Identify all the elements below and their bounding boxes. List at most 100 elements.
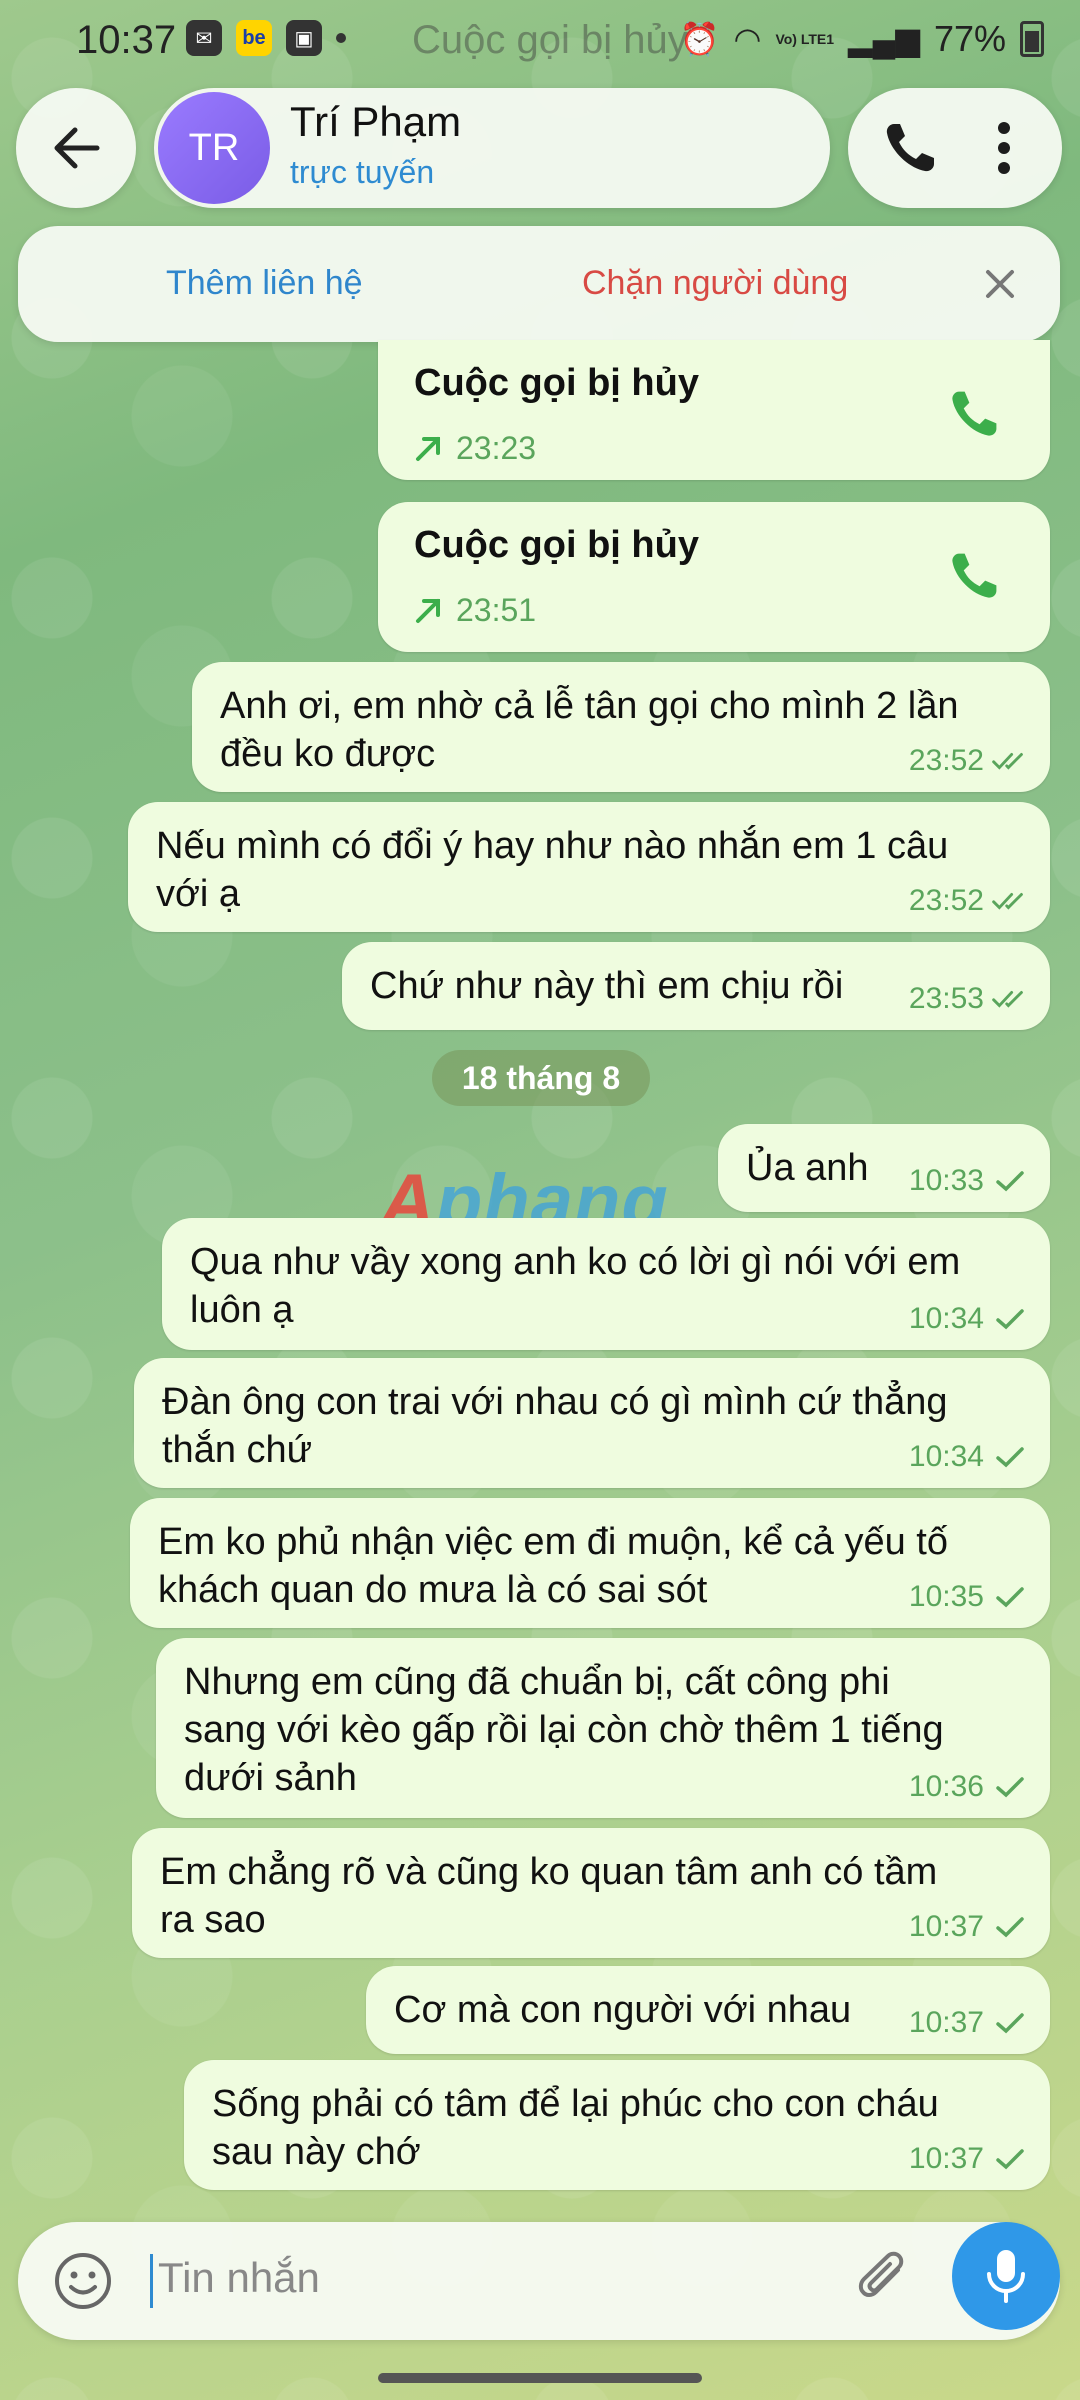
call-time: 23:51	[456, 592, 537, 628]
be-app-icon: be	[236, 20, 272, 56]
message-line: Chứ như này thì em chịu rồi	[370, 965, 844, 1007]
double-check-icon	[992, 991, 1023, 1008]
message-time: 10:35	[908, 1580, 984, 1613]
message-meta: 23:52	[909, 744, 1028, 778]
status-time: 10:37	[76, 18, 177, 62]
check-icon	[996, 1587, 1024, 1608]
message-time: 10:33	[908, 1164, 984, 1197]
message-meta: 10:35	[909, 1580, 1028, 1614]
message-bubble[interactable]: Qua như vầy xong anh ko có lời gì nói vớ…	[162, 1218, 1050, 1350]
message-meta: 10:37	[909, 2006, 1028, 2040]
message-bubble[interactable]: Em chẳng rõ và cũng ko quan tâm anh có t…	[132, 1828, 1050, 1958]
more-notifications-dot	[336, 33, 346, 43]
check-icon	[996, 1309, 1024, 1330]
message-time: 10:37	[908, 1910, 984, 1943]
home-indicator[interactable]	[378, 2373, 702, 2383]
message-bubble[interactable]: Em ko phủ nhận việc em đi muộn, kể cả yế…	[130, 1498, 1050, 1628]
chat-header[interactable]: TR Trí Phạm trực tuyến	[154, 88, 830, 208]
add-contact-button[interactable]: Thêm liên hệ	[166, 264, 363, 303]
more-vert-icon[interactable]	[996, 118, 1012, 178]
double-check-icon	[992, 753, 1023, 770]
message-input[interactable]: Tin nhắn	[158, 2254, 320, 2302]
message-line: Sống phải có tâm để lại phúc cho con chá…	[212, 2083, 939, 2125]
message-line: sang với kèo gấp rồi lại còn chờ thêm 1 …	[184, 1709, 944, 1751]
message-line: Anh ơi, em nhờ cả lễ tân gọi cho mình 2 …	[220, 685, 959, 727]
voice-record-button[interactable]	[952, 2222, 1060, 2330]
message-text: Em chẳng rõ và cũng ko quan tâm anh có t…	[160, 1848, 937, 1944]
attach-icon[interactable]	[854, 2250, 916, 2312]
message-text: Nhưng em cũng đã chuẩn bị, cất công phi …	[184, 1658, 944, 1802]
call-meta: 23:51	[414, 592, 536, 629]
call-message[interactable]: Cuộc gọi bị hủy 23:23	[378, 340, 1050, 480]
message-line: với ạ	[156, 873, 241, 915]
message-line: luôn ạ	[190, 1289, 294, 1331]
emoji-icon[interactable]	[52, 2250, 114, 2312]
check-icon	[996, 1777, 1024, 1798]
message-line: Cơ mà con người với nhau	[394, 1989, 852, 2031]
message-time: 10:37	[908, 2006, 984, 2039]
message-line: Nhưng em cũng đã chuẩn bị, cất công phi	[184, 1661, 890, 1703]
message-text: Chứ như này thì em chịu rồi	[370, 962, 843, 1010]
contact-status: trực tuyến	[290, 154, 435, 190]
microphone-icon	[987, 2250, 1025, 2303]
message-time: 10:37	[908, 2142, 984, 2175]
network-label: Vo) LTE1	[775, 31, 835, 47]
text-caret	[150, 2254, 153, 2308]
message-line: Em chẳng rõ và cũng ko quan tâm anh có t…	[160, 1851, 938, 1893]
message-time: 10:34	[908, 1440, 984, 1473]
check-icon	[996, 1447, 1024, 1468]
message-meta: 10:37	[909, 2142, 1028, 2176]
message-time: 10:34	[908, 1302, 984, 1335]
message-line: ra sao	[160, 1899, 266, 1941]
back-button[interactable]	[16, 88, 136, 208]
call-title: Cuộc gọi bị hủy	[414, 524, 699, 566]
message-meta: 10:33	[909, 1164, 1028, 1198]
contact-name: Trí Phạm	[290, 98, 462, 145]
message-text: Nếu mình có đổi ý hay như nào nhắn em 1 …	[156, 822, 948, 918]
wifi-icon: ◠	[733, 21, 762, 57]
message-meta: 10:34	[909, 1302, 1028, 1336]
message-line: khách quan do mưa là có sai sót	[158, 1569, 708, 1611]
battery-percent: 77%	[933, 18, 1006, 59]
message-meta: 23:53	[909, 982, 1028, 1016]
block-user-button[interactable]: Chặn người dùng	[582, 264, 848, 303]
close-icon[interactable]	[980, 264, 1020, 304]
message-line: thắn chứ	[162, 1429, 313, 1471]
message-bubble[interactable]: Chứ như này thì em chịu rồi 23:53	[342, 942, 1050, 1030]
check-icon	[996, 1917, 1024, 1938]
message-text: Em ko phủ nhận việc em đi muộn, kể cả yế…	[158, 1518, 948, 1614]
message-text: Ủa anh	[746, 1144, 869, 1192]
message-composer: Tin nhắn	[18, 2222, 1060, 2340]
call-message[interactable]: Cuộc gọi bị hủy 23:51	[378, 502, 1050, 652]
new-contact-bar: Thêm liên hệ Chặn người dùng	[18, 226, 1060, 342]
message-bubble[interactable]: Sống phải có tâm để lại phúc cho con chá…	[184, 2060, 1050, 2190]
check-icon	[996, 2013, 1024, 2034]
message-bubble[interactable]: Anh ơi, em nhờ cả lễ tân gọi cho mình 2 …	[192, 662, 1050, 792]
system-icons: ⏰ ◠ Vo) LTE1 ▂▄▆ 77%	[680, 18, 1044, 60]
message-time: 23:53	[908, 982, 984, 1015]
message-line: sau này chớ	[212, 2131, 421, 2173]
message-line: dưới sảnh	[184, 1757, 357, 1799]
message-line: Ủa anh	[746, 1147, 869, 1189]
outgoing-arrow-icon	[416, 436, 440, 461]
call-title: Cuộc gọi bị hủy	[414, 362, 699, 404]
message-bubble[interactable]: Nhưng em cũng đã chuẩn bị, cất công phi …	[156, 1638, 1050, 1818]
message-bubble[interactable]: Ủa anh 10:33	[718, 1124, 1050, 1212]
call-meta: 23:23	[414, 430, 536, 467]
header-actions	[848, 88, 1062, 208]
message-bubble[interactable]: Đàn ông con trai với nhau có gì mình cứ …	[134, 1358, 1050, 1488]
message-line: Đàn ông con trai với nhau có gì mình cứ …	[162, 1381, 948, 1423]
message-meta: 10:36	[909, 1770, 1028, 1804]
avatar[interactable]: TR	[158, 92, 270, 204]
status-bar: 10:37 ✉ be ▣ Cuộc gọi bị hủy ⏰ ◠ Vo) LTE…	[0, 0, 1080, 84]
outgoing-arrow-icon	[416, 598, 440, 623]
phone-call-icon[interactable]	[880, 118, 940, 178]
message-bubble[interactable]: Nếu mình có đổi ý hay như nào nhắn em 1 …	[128, 802, 1050, 932]
alarm-icon: ⏰	[679, 21, 720, 57]
message-time: 23:52	[908, 884, 984, 917]
message-line: Nếu mình có đổi ý hay như nào nhắn em 1 …	[156, 825, 949, 867]
call-back-icon[interactable]	[946, 386, 1002, 442]
call-back-icon[interactable]	[946, 548, 1002, 604]
battery-icon	[1020, 21, 1044, 57]
message-bubble[interactable]: Cơ mà con người với nhau 10:37	[366, 1966, 1050, 2054]
